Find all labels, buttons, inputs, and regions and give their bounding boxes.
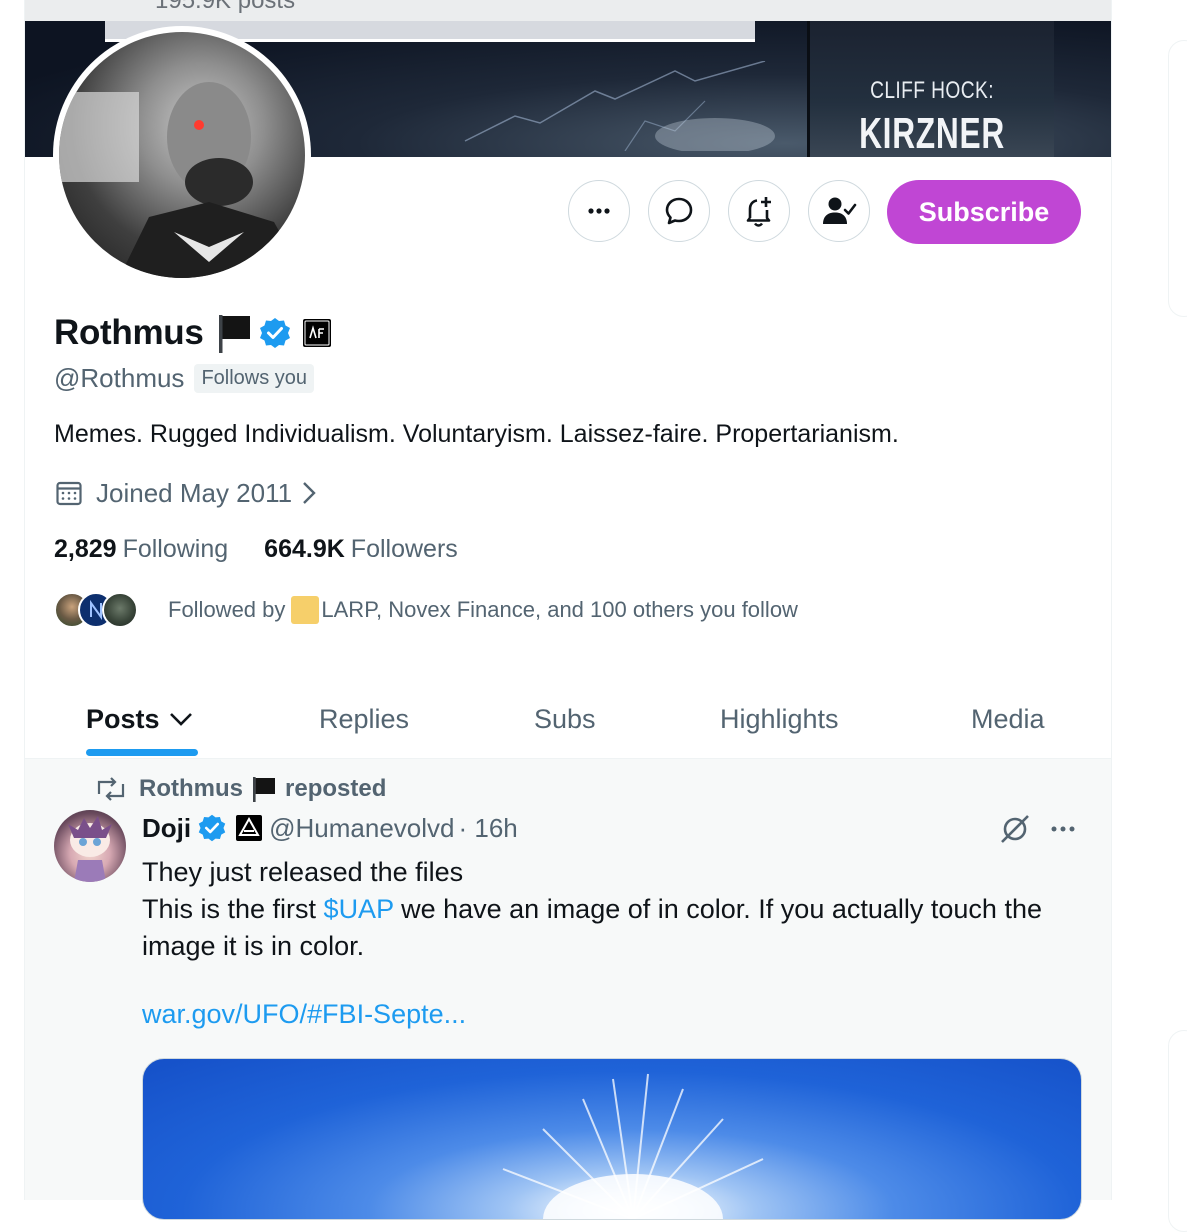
repost-label: reposted: [285, 775, 387, 802]
tweet-author-avatar[interactable]: [54, 810, 126, 882]
chevron-right-icon: [303, 482, 316, 504]
affiliate-badge-icon[interactable]: [302, 318, 332, 348]
profile-handle: @Rothmus: [54, 362, 185, 393]
notify-button[interactable]: [728, 180, 790, 242]
banner-book-title: KIRZNER 14: [859, 109, 1005, 157]
followed-by-prefix: Followed by: [168, 597, 286, 622]
tweet-author-name[interactable]: Doji: [142, 813, 191, 844]
profile-tabs: Posts Replies Subs Highlights Media: [25, 680, 1111, 759]
tab-posts-label: Posts: [86, 703, 160, 734]
message-icon: [665, 197, 693, 225]
grok-icon[interactable]: [997, 811, 1033, 847]
followers-label: Followers: [350, 534, 458, 563]
repost-indicator[interactable]: Rothmus reposted: [93, 773, 386, 805]
cashtag-link[interactable]: $UAP: [324, 894, 394, 924]
black-flag-icon: [253, 777, 275, 802]
tweet-line-1: They just released the files: [142, 857, 464, 887]
joined-date[interactable]: Joined May 2011: [54, 476, 320, 510]
tweet-url-link[interactable]: war.gov/UFO/#FBI-Septe...: [142, 999, 466, 1030]
handle-row: @Rothmus Follows you: [54, 360, 315, 396]
tweet-time[interactable]: · 16h: [458, 813, 517, 844]
subscribe-button[interactable]: Subscribe: [887, 180, 1081, 244]
more-icon[interactable]: [1047, 813, 1079, 845]
following-count: 2,829: [54, 534, 117, 563]
top-header: 195.9K posts: [25, 0, 1111, 21]
right-sidebar-card: [1168, 40, 1187, 317]
profile-bio: Memes. Rugged Individualism. Voluntaryis…: [54, 420, 899, 448]
avatar-illustration-icon: [68, 816, 112, 882]
tab-replies[interactable]: Replies: [319, 680, 409, 758]
tab-posts[interactable]: Posts: [86, 680, 194, 758]
tweet-line-2: This is the first $UAP we have an image …: [142, 891, 1082, 965]
profile-column: 195.9K posts CLIFF HOCK: KIRZNER 14: [24, 0, 1112, 1220]
following-label: Following: [122, 534, 229, 563]
more-icon: [588, 208, 610, 214]
larp-emoji-icon: [291, 596, 320, 624]
tweet-media-image[interactable]: [142, 1058, 1082, 1220]
followed-by-avatars: [54, 590, 144, 630]
followers-count: 664.9K: [264, 534, 345, 563]
followed-by-names: LARP, Novex Finance, and 100 others you …: [321, 597, 798, 622]
name-row: Rothmus: [54, 310, 332, 356]
avatar: [102, 592, 138, 628]
tab-media[interactable]: Media: [971, 680, 1045, 758]
followed-by-row[interactable]: Followed by LARP, Novex Finance, and 100…: [54, 590, 798, 630]
bell-plus-icon: [746, 197, 771, 227]
active-tab-indicator: [86, 749, 198, 756]
joined-label: Joined May 2011: [96, 477, 293, 508]
black-flag-icon: [218, 315, 250, 353]
header-post-count: 195.9K posts: [155, 0, 296, 14]
verified-badge-icon[interactable]: [197, 813, 227, 843]
affiliate-badge-icon[interactable]: [235, 814, 263, 842]
lightning-icon: [464, 61, 775, 151]
tweet-line-2-pre: This is the first: [142, 894, 324, 924]
message-button[interactable]: [648, 180, 710, 242]
chevron-down-icon: [169, 713, 192, 726]
avatar-portrait-icon: [59, 82, 305, 278]
following-stat[interactable]: 2,829 Following: [54, 535, 228, 564]
profile-avatar[interactable]: [53, 26, 311, 284]
tweet-header: Doji @Humanevolvd · 16h: [142, 811, 518, 845]
timeline: Rothmus reposted Doji @Humanevolvd · 16h…: [25, 759, 1111, 1220]
more-button[interactable]: [568, 180, 630, 242]
repost-icon: [97, 777, 125, 801]
tweet-body: They just released the files This is the…: [142, 854, 1082, 965]
banner-book-cover: CLIFF HOCK: KIRZNER 14: [807, 21, 1054, 157]
person-check-icon: [823, 197, 857, 224]
tab-subs[interactable]: Subs: [534, 680, 596, 758]
light-burst-icon: [502, 1073, 764, 1219]
avatar-image: [59, 32, 305, 278]
followed-by-text: Followed by LARP, Novex Finance, and 100…: [168, 596, 798, 624]
right-sidebar-card: [1168, 1030, 1187, 1232]
tweet-handle[interactable]: @Humanevolvd: [269, 813, 454, 844]
banner-book-author: CLIFF HOCK:: [870, 77, 994, 104]
follows-you-badge: Follows you: [194, 363, 315, 393]
calendar-icon: [56, 481, 82, 506]
followers-stat[interactable]: 664.9K Followers: [264, 535, 458, 564]
verified-badge-icon[interactable]: [258, 316, 292, 350]
tab-highlights[interactable]: Highlights: [720, 680, 839, 758]
follow-stats: 2,829 Following 664.9K Followers: [54, 533, 458, 565]
display-name: Rothmus: [54, 313, 204, 352]
repost-name: Rothmus: [139, 775, 243, 802]
following-button[interactable]: [808, 180, 870, 242]
